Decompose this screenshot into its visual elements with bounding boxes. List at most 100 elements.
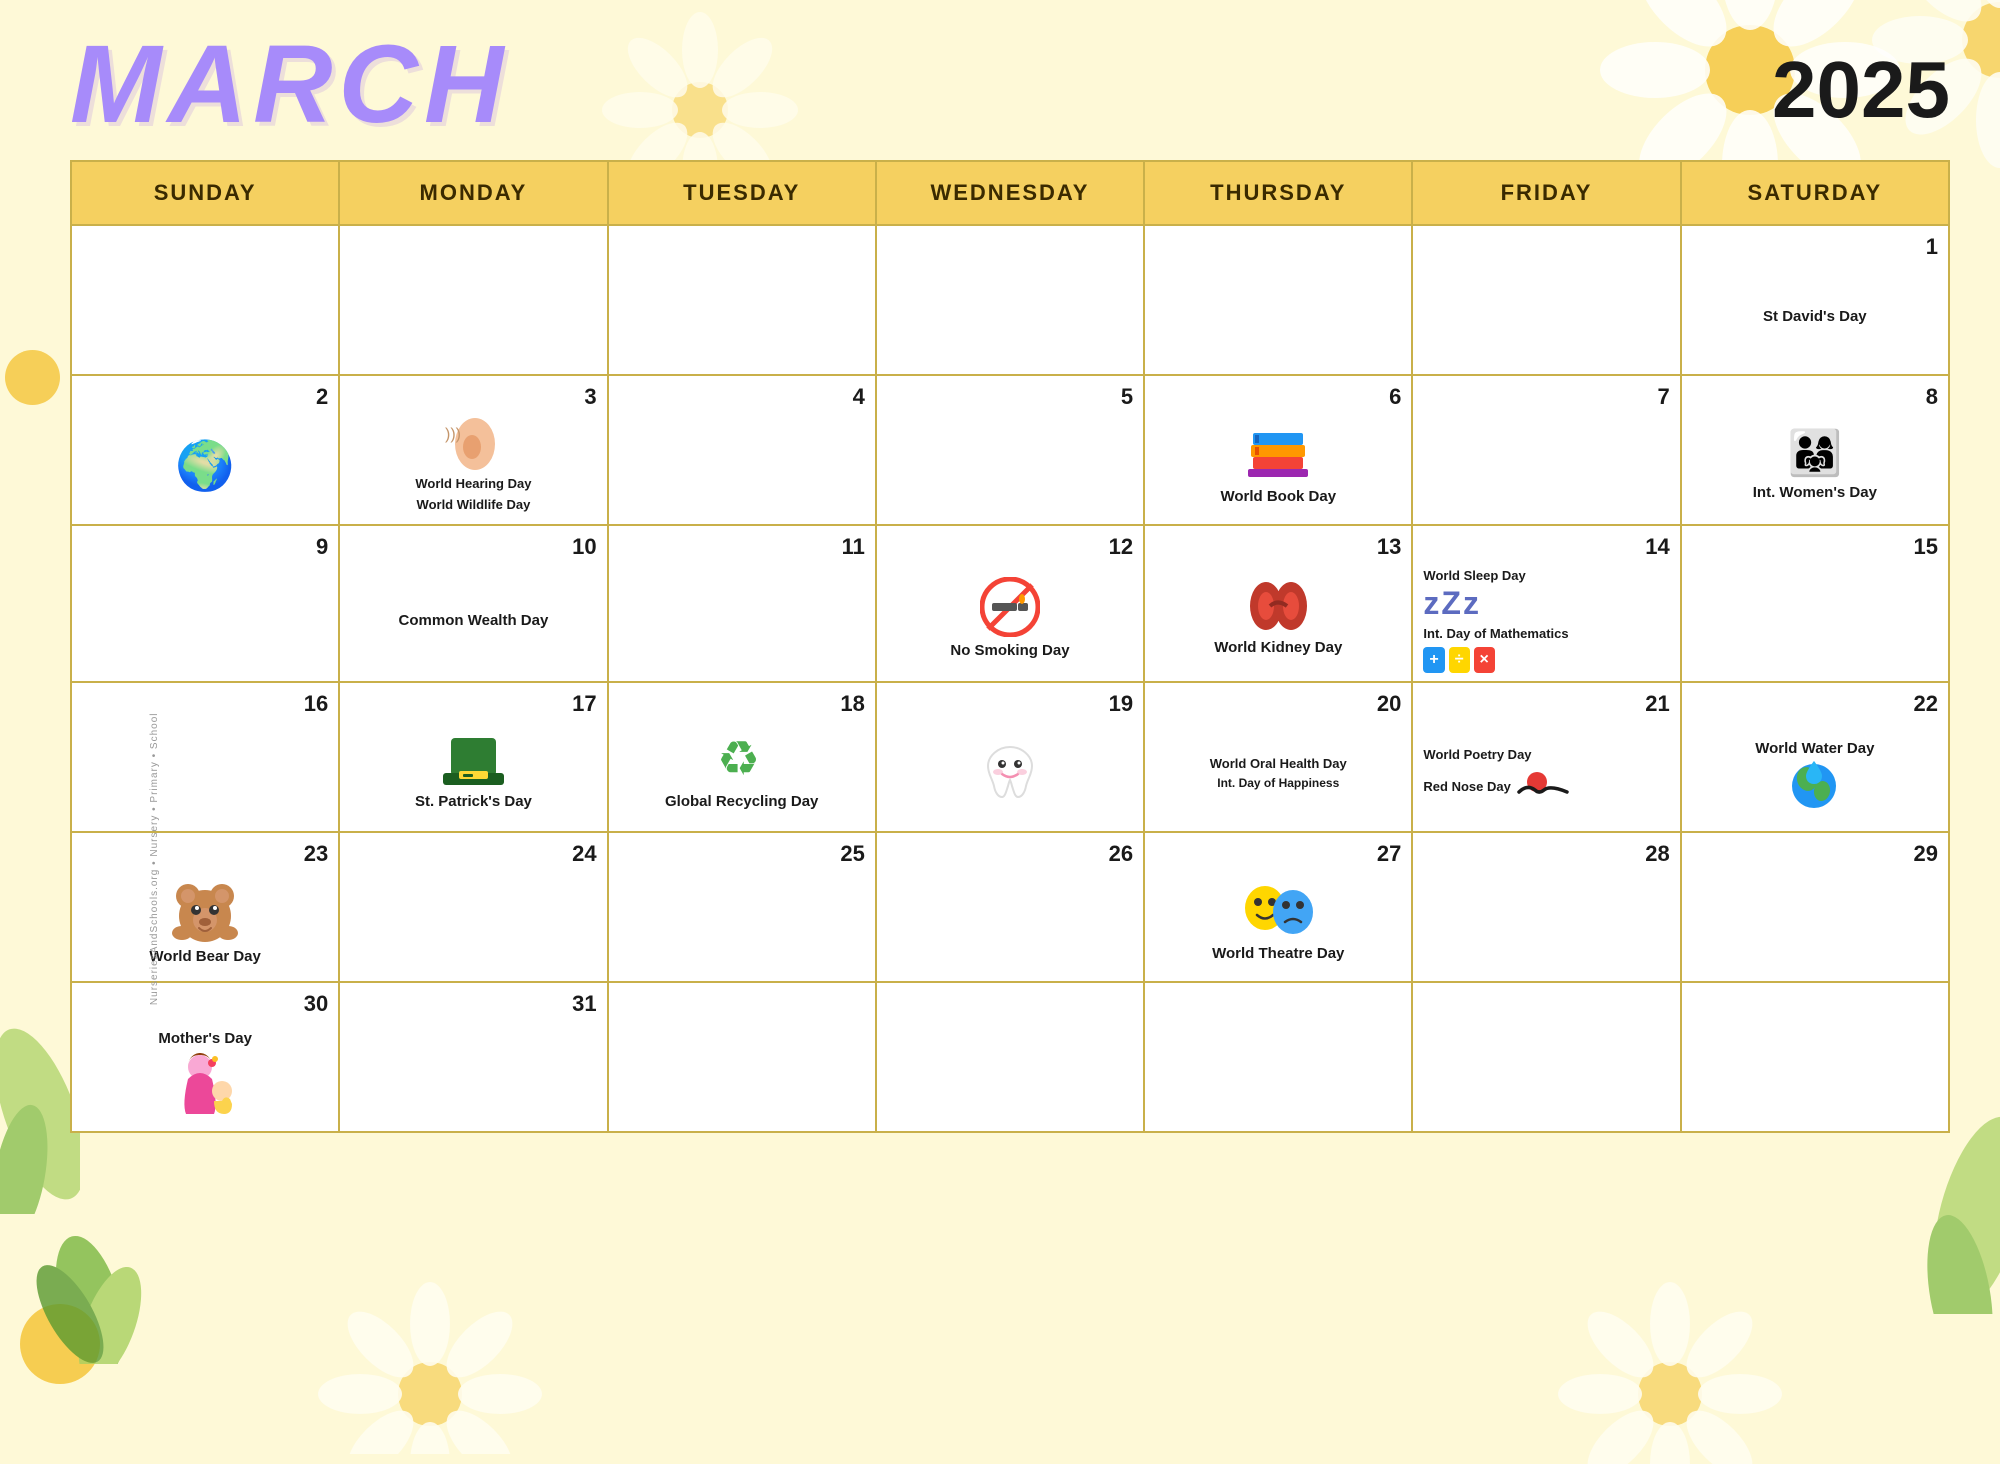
theatre-icon — [1243, 880, 1313, 940]
day-9-number: 9 — [82, 534, 328, 560]
day-14-num-row: 14 — [1423, 534, 1669, 564]
day-10-event: Common Wealth Day — [399, 611, 549, 631]
day-4-number: 4 — [619, 384, 865, 410]
mothers-day-icon — [170, 1049, 240, 1119]
day-22-event: World Water Day — [1755, 739, 1874, 759]
cell-empty-6 — [1412, 225, 1680, 375]
day-1-inner: 1 St David's Day — [1692, 234, 1938, 366]
day-8-number: 8 — [1692, 384, 1938, 410]
day-29-number: 29 — [1692, 841, 1938, 867]
svg-text:))): ))) — [445, 426, 461, 443]
day-27-num-row: 27 — [1155, 841, 1401, 871]
week-4: 16 17 — [71, 682, 1949, 832]
col-sunday: SUNDAY — [71, 161, 339, 225]
day-14-event1: World Sleep Day — [1423, 568, 1525, 585]
day-11-inner: 11 — [619, 534, 865, 673]
day-14-number: 14 — [1423, 534, 1669, 560]
day-31-number: 31 — [350, 991, 596, 1017]
day-3-num-row: 3 — [350, 384, 596, 414]
col-monday: MONDAY — [339, 161, 607, 225]
day-20-num-row: 20 — [1155, 691, 1401, 721]
cell-empty-1 — [71, 225, 339, 375]
bottom-left-plant — [30, 1184, 150, 1364]
day-26-inner: 26 — [887, 841, 1133, 973]
day-21-content: World Poetry Day Red Nose Day — [1423, 721, 1669, 823]
week-2: 2 🌍 3 — [71, 375, 1949, 525]
day-21-inner: 21 World Poetry Day Red Nose Day — [1423, 691, 1669, 823]
math-icons: + ÷ × — [1423, 647, 1494, 673]
day-18-content: ♻ Global Recycling Day — [619, 721, 865, 823]
day-25-inner: 25 — [619, 841, 865, 973]
day-15-number: 15 — [1692, 534, 1938, 560]
day-22-number: 22 — [1692, 691, 1938, 717]
cell-empty-after-31-5 — [1681, 982, 1949, 1132]
women-icon: 👨‍👩‍👧 — [1787, 427, 1842, 479]
cell-mar-24: 24 — [339, 832, 607, 982]
day-17-num-row: 17 — [350, 691, 596, 721]
cell-mar-3: 3 ))) World Hearing Day World Wild — [339, 375, 607, 525]
cell-mar-6: 6 World Book — [1144, 375, 1412, 525]
day-31-inner: 31 — [350, 991, 596, 1123]
cell-mar-30: 30 Mother's Day — [71, 982, 339, 1132]
calendar-body: 1 St David's Day 2 — [71, 225, 1949, 1132]
day-1-number: 1 — [1692, 234, 1938, 260]
cell-mar-21: 21 World Poetry Day Red Nose Day — [1412, 682, 1680, 832]
day-18-num-row: 18 — [619, 691, 865, 721]
main-page: MARCH 2025 SUNDAY MONDAY TUESDAY WEDNESD… — [0, 0, 2000, 1153]
day-19-number: 19 — [887, 691, 1133, 717]
water-world-icon — [1787, 759, 1842, 809]
cell-mar-16: 16 — [71, 682, 339, 832]
week-3: 9 10 Common Wealth Day 11 — [71, 525, 1949, 682]
day-13-num-row: 13 — [1155, 534, 1401, 564]
day-2-content: 🌍 — [82, 414, 328, 516]
day-3-inner: 3 ))) World Hearing Day World Wild — [350, 384, 596, 516]
day-16-number: 16 — [82, 691, 328, 717]
tooth-icon-19 — [980, 742, 1040, 802]
bear-icon — [170, 878, 240, 943]
cell-mar-2: 2 🌍 — [71, 375, 339, 525]
cell-mar-27: 27 — [1144, 832, 1412, 982]
day-2-number: 2 — [82, 384, 328, 410]
week-1: 1 St David's Day — [71, 225, 1949, 375]
cell-empty-5 — [1144, 225, 1412, 375]
day-23-event: World Bear Day — [149, 947, 260, 967]
day-28-number: 28 — [1423, 841, 1669, 867]
day-6-content: World Book Day — [1155, 414, 1401, 516]
day-23-number: 23 — [82, 841, 328, 867]
cell-empty-after-31-4 — [1412, 982, 1680, 1132]
day-18-number: 18 — [619, 691, 865, 717]
day-21-num-row: 21 — [1423, 691, 1669, 721]
cell-mar-25: 25 — [608, 832, 876, 982]
day-18-inner: 18 ♻ Global Recycling Day — [619, 691, 865, 823]
day-29-inner: 29 — [1692, 841, 1938, 973]
cell-mar-1: 1 St David's Day — [1681, 225, 1949, 375]
calendar-table: SUNDAY MONDAY TUESDAY WEDNESDAY THURSDAY… — [70, 160, 1950, 1133]
day-27-inner: 27 — [1155, 841, 1401, 973]
cell-mar-14: 14 World Sleep Day zZz Int. Day of Mathe… — [1412, 525, 1680, 682]
day-7-number: 7 — [1423, 384, 1669, 410]
day-3-content: ))) World Hearing Day World Wildlife Day — [350, 414, 596, 516]
cell-mar-8: 8 👨‍👩‍👧 Int. Women's Day — [1681, 375, 1949, 525]
day-21-event1: World Poetry Day — [1423, 747, 1531, 764]
day-10-number: 10 — [350, 534, 596, 560]
day-15-inner: 15 — [1692, 534, 1938, 673]
day-20-inner: 20 World Oral Health Day Int. Day of Hap… — [1155, 691, 1401, 823]
day-1-num-row: 1 — [1692, 234, 1938, 264]
day-13-event: World Kidney Day — [1214, 638, 1342, 658]
day-17-number: 17 — [350, 691, 596, 717]
day-14-inner: 14 World Sleep Day zZz Int. Day of Mathe… — [1423, 534, 1669, 673]
day-18-event: Global Recycling Day — [665, 792, 818, 812]
cell-mar-19: 19 — [876, 682, 1144, 832]
day-25-number: 25 — [619, 841, 865, 867]
day-3-number: 3 — [350, 384, 596, 410]
cell-mar-10: 10 Common Wealth Day — [339, 525, 607, 682]
plus-icon: + — [1423, 647, 1444, 673]
day-20-event2: Int. Day of Happiness — [1217, 776, 1339, 792]
day-27-content: World Theatre Day — [1155, 871, 1401, 973]
day-12-number: 12 — [887, 534, 1133, 560]
cell-mar-28: 28 — [1412, 832, 1680, 982]
day-13-number: 13 — [1155, 534, 1401, 560]
day-7-inner: 7 — [1423, 384, 1669, 516]
day-22-inner: 22 World Water Day — [1692, 691, 1938, 823]
day-27-event: World Theatre Day — [1212, 944, 1344, 964]
